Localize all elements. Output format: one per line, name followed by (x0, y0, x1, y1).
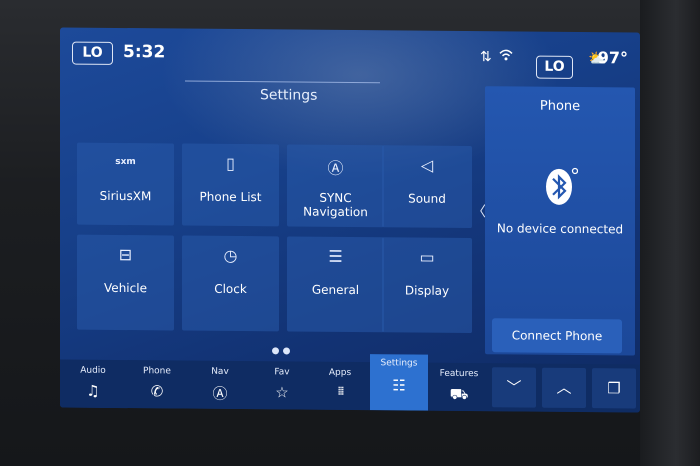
split-screen-icon[interactable]: ❐ (592, 368, 636, 409)
nav-label: Nav (211, 366, 229, 377)
apps-grid-icon: ⁞⁞⁞ (337, 383, 343, 398)
navigation-icon: Ⓐ (327, 158, 344, 178)
tile-siriusxm[interactable]: sxm SiriusXM (77, 142, 174, 226)
phone-panel-title: Phone (539, 98, 581, 115)
tile-display[interactable]: ▭ Display (382, 237, 472, 334)
truck-icon: ⛟ (449, 384, 469, 404)
tile-label: SiriusXM (99, 188, 152, 204)
tile-label: Sound (408, 191, 446, 206)
nav-nav[interactable]: Nav Ⓐ (191, 361, 249, 410)
nav-label: Apps (328, 367, 352, 379)
tile-phone-list[interactable]: ▯ Phone List (182, 143, 279, 227)
tile-clock[interactable]: ◷ Clock (182, 235, 279, 332)
tile-sound[interactable]: ◁ Sound (382, 145, 472, 229)
navigation-icon: Ⓐ (212, 384, 228, 403)
tile-label: SYNC Navigation (303, 190, 368, 220)
passenger-climate-button[interactable]: LO (536, 55, 573, 79)
nav-label: Settings (380, 358, 418, 369)
page-indicator (272, 339, 294, 358)
nav-label: Fav (274, 367, 290, 378)
tile-general[interactable]: ☰ General (287, 236, 384, 333)
no-device-message: No device connected (496, 221, 624, 237)
vehicle-icon: ⊟ (118, 244, 133, 265)
tile-label: Vehicle (104, 280, 147, 296)
phone-panel: Phone No device connected (485, 86, 635, 356)
nav-settings[interactable]: Settings ☷ (370, 354, 428, 411)
bluetooth-icon (544, 165, 579, 207)
tile-label: Display (404, 283, 450, 298)
star-icon: ☆ (275, 383, 289, 402)
wifi-icon (498, 47, 514, 65)
siriusxm-icon: sxm (115, 156, 136, 168)
page-dot (283, 347, 290, 355)
bottom-nav-bar: Audio ♫ Phone ✆ Nav Ⓐ Fav ☆ Apps ⁞⁞⁞ Set… (60, 354, 640, 413)
nav-label: Features (439, 368, 479, 380)
nav-label: Phone (143, 366, 171, 377)
nav-features[interactable]: Features ⛟ (430, 363, 488, 412)
nav-audio[interactable]: Audio ♫ (64, 360, 122, 409)
sync-screen: LO 5:32 ⇅ LO ⛅ 97° Settings sxm SiriusXM… (60, 27, 640, 413)
speaker-icon: ◁ (420, 155, 434, 175)
title-divider (185, 80, 380, 84)
data-transfer-icon: ⇅ (480, 49, 492, 66)
tile-label: Phone List (199, 189, 262, 205)
display-icon: ▭ (419, 247, 435, 267)
clock-icon: ◷ (223, 245, 238, 266)
tile-vehicle[interactable]: ⊟ Vehicle (77, 234, 174, 331)
chevron-up-icon[interactable]: ︿ (542, 367, 586, 409)
outside-temperature: 97° (597, 48, 628, 68)
page-dot (272, 347, 279, 355)
tile-label: Clock (214, 281, 247, 297)
tile-label: General (311, 282, 360, 298)
dashboard-vent (640, 0, 700, 466)
sliders-icon: ☰ (328, 246, 343, 266)
nav-apps[interactable]: Apps ⁞⁞⁞ (311, 362, 369, 411)
nav-label: Audio (80, 365, 106, 376)
chevron-down-icon[interactable]: ﹀ (492, 367, 536, 408)
sliders-icon: ☷ (392, 376, 406, 395)
settings-grid: sxm SiriusXM ▯ Phone List Ⓐ SYNC Navigat… (72, 142, 477, 367)
driver-climate-button[interactable]: LO (72, 41, 113, 65)
phone-icon: ✆ (150, 382, 164, 401)
nav-phone[interactable]: Phone ✆ (128, 360, 186, 409)
music-note-icon: ♫ (86, 381, 100, 400)
nav-fav[interactable]: Fav ☆ (253, 361, 311, 410)
page-title: Settings (260, 87, 318, 104)
phone-list-icon: ▯ (226, 153, 235, 173)
connect-phone-button[interactable]: Connect Phone (492, 318, 622, 354)
clock-time: 5:32 (123, 42, 166, 63)
tile-sync-navigation[interactable]: Ⓐ SYNC Navigation (287, 144, 384, 228)
collapse-panel-chevron-icon[interactable]: 〈 (472, 201, 486, 221)
